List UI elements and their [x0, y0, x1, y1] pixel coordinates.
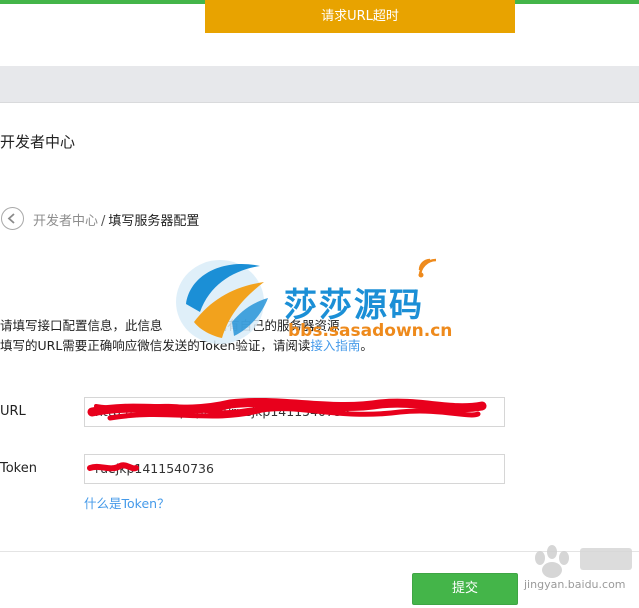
url-input[interactable]: http:// /index.php/api/ruejkp1411540736: [84, 397, 505, 427]
back-button[interactable]: [1, 207, 24, 230]
signal-icon: [418, 258, 437, 278]
token-label: Token: [0, 461, 37, 476]
page-title: 开发者中心: [0, 133, 76, 151]
footer-divider: [0, 551, 639, 552]
baidu-watermark-url: jingyan.baidu.com: [524, 578, 626, 591]
header-band: [0, 66, 639, 103]
breadcrumb-parent-link[interactable]: 开发者中心: [33, 214, 98, 229]
token-input[interactable]: ruejkp1411540736: [84, 454, 505, 484]
submit-button[interactable]: 提交: [412, 573, 518, 605]
what-is-token-link[interactable]: 什么是Token？: [84, 493, 170, 512]
breadcrumb-separator: /: [101, 214, 106, 229]
error-toast: 请求URL超时: [205, 0, 515, 33]
baidu-paw-watermark-icon: [535, 545, 632, 578]
site-watermark: 莎莎源码 bbs.sasadown.cn: [172, 252, 472, 352]
watermark-logo-icon: [176, 260, 268, 344]
breadcrumb: 开发者中心 / 填写服务器配置: [33, 210, 199, 229]
breadcrumb-current: 填写服务器配置: [108, 214, 200, 229]
watermark-name: 莎莎源码: [284, 285, 424, 324]
watermark-url: bbs.sasadown.cn: [288, 321, 453, 341]
url-label: URL: [0, 404, 26, 419]
chevron-left-icon: [7, 213, 15, 224]
